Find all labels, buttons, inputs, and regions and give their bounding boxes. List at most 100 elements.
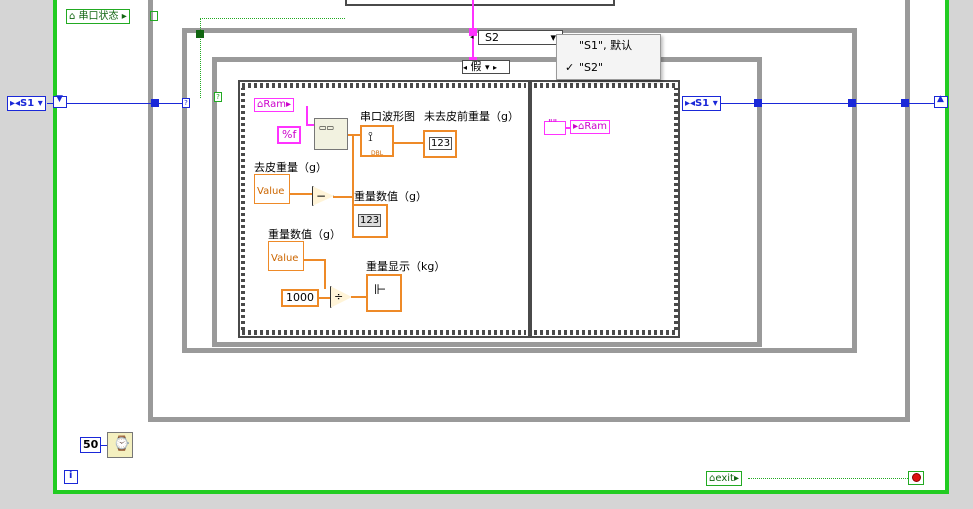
waveform-chart-type: DBL (371, 150, 384, 157)
weight-value-label-2: 重量数值（g） (268, 228, 341, 241)
house-icon: ⌂ (69, 11, 76, 22)
exit-local-variable-label: exit (715, 473, 734, 484)
wait-ms-constant-value: 50 (83, 438, 99, 451)
format-string-constant[interactable]: %f (277, 126, 302, 144)
serial-state-output-terminal (150, 11, 158, 21)
subtract-output-wire[interactable] (333, 196, 353, 198)
case-selector-s2-value: S2 (485, 31, 499, 44)
inner-case-selector-value: 假 (470, 60, 482, 73)
checkmark-icon: ✓ (565, 61, 575, 74)
shift-register-up-icon: ▲ (937, 94, 944, 104)
weight-value-property-node[interactable]: Value (268, 241, 304, 271)
enum-constant-s1[interactable]: ▸◂S1 ▾ (7, 96, 46, 111)
inner-case-selector[interactable]: ◂ 假 ▾ ▸ (462, 60, 510, 74)
shift-register-left[interactable]: ▼ (53, 94, 67, 108)
untared-weight-indicator-value: 123 (429, 137, 453, 150)
enum-tunnel-right2 (848, 99, 856, 107)
loop-condition-terminal[interactable] (908, 471, 924, 485)
case-selector-left-arrow[interactable]: ◂ (470, 30, 478, 45)
while-loop-left-border[interactable] (53, 0, 57, 494)
tare-value-property-label: Value (257, 186, 285, 197)
empty-string-constant[interactable]: "" (544, 118, 566, 135)
menu-item-s1-default[interactable]: "S1", 默认 (557, 35, 660, 57)
boolean-tunnel (196, 30, 204, 38)
ram-write-local-variable[interactable]: ▸⌂Ram (570, 120, 610, 134)
sequence-frame-2-bottom-holes (534, 330, 676, 335)
tare-weight-label: 去皮重量（g） (254, 161, 327, 174)
while-loop-bottom-border[interactable] (53, 490, 949, 494)
sequence-frame-1-top-holes (242, 83, 526, 88)
ram-wire-1[interactable] (306, 106, 308, 126)
weight-display-gauge[interactable]: ⊩ (366, 274, 402, 312)
while-loop-right-border[interactable] (945, 0, 949, 494)
ram-local-variable[interactable]: ⌂Ram▸ (254, 98, 294, 112)
dropdown-arrow-icon: ▾ (709, 98, 718, 109)
menu-item-s1-default-label: "S1", 默认 (579, 39, 633, 52)
weight-value-indicator[interactable]: 123 (352, 204, 388, 238)
weight-value-label-1: 重量数值（g） (354, 190, 427, 203)
boolean-wire-dotted[interactable] (200, 18, 345, 19)
enum-wire-to-case[interactable] (155, 103, 185, 104)
case-selector-s2[interactable]: S2 ▾ (478, 30, 563, 45)
enum-constant-s1-right[interactable]: ▸◂S1 ▾ (682, 96, 721, 111)
waveform-chart-icon: ⟟ (368, 130, 373, 145)
case-selector-menu[interactable]: "S1", 默认 ✓ "S2" (556, 34, 661, 80)
right-arrow-icon: ▸ (493, 63, 498, 72)
value-wire-to-indicator[interactable] (394, 142, 424, 144)
enum-arrows-icon: ▸◂ (10, 98, 21, 109)
ram-write-local-variable-label: Ram (584, 121, 607, 132)
format-string-constant-value: %f (282, 128, 297, 141)
watch-icon: ⌚ (113, 436, 131, 452)
tare-wire[interactable] (290, 193, 314, 195)
wait-ms-constant[interactable]: 50 (80, 437, 102, 453)
dropdown-arrow-icon: ▾ (485, 63, 490, 73)
arrow-right-icon: ▸ (733, 473, 739, 484)
divide-output-wire[interactable] (351, 296, 367, 298)
untared-weight-indicator[interactable]: 123 (423, 130, 457, 158)
constant-1000[interactable]: 1000 (281, 289, 319, 307)
shift-register-right[interactable]: ▲ (934, 94, 948, 108)
enum-tunnel-right1 (754, 99, 762, 107)
scan-from-string-function[interactable]: ▭▭ (314, 118, 348, 150)
menu-item-s2-label: "S2" (579, 61, 604, 74)
iteration-terminal-info[interactable]: i (64, 470, 78, 484)
enum-arrows-icon: ▸◂ (685, 98, 696, 109)
constant-1000-value: 1000 (286, 291, 314, 304)
enum-constant-s1-value: S1 (20, 98, 35, 109)
tare-value-property-node[interactable]: Value (254, 174, 290, 204)
info-icon: i (69, 470, 73, 481)
weight-display-label: 重量显示（kg） (366, 260, 446, 273)
enum-tunnel-left (151, 99, 159, 107)
waveform-chart-terminal[interactable]: ⟟ DBL (360, 125, 394, 157)
arrow-right-icon: ▸ (121, 11, 127, 22)
menu-item-s2[interactable]: ✓ "S2" (557, 57, 660, 79)
left-arrow-icon: ◂ (463, 63, 468, 72)
sequence-frame-2-right-holes (674, 88, 678, 330)
dropdown-arrow-icon: ▾ (34, 98, 43, 109)
wait-function[interactable]: ⌚ (107, 432, 133, 458)
weight-wire-1[interactable] (304, 259, 326, 261)
arrow-right-icon: ▸ (285, 99, 291, 110)
untared-weight-label: 未去皮前重量（g） (424, 110, 519, 123)
enum-constant-s1-right-value: S1 (695, 98, 710, 109)
constant-wire[interactable] (318, 297, 330, 299)
divide-icon: ÷ (334, 290, 344, 303)
serial-state-local-variable[interactable]: ⌂ 串口状态 ▸ (66, 9, 130, 24)
stop-icon (912, 473, 921, 482)
ram-local-variable-label: Ram (263, 99, 286, 110)
exit-wire-dotted[interactable] (748, 478, 908, 479)
exit-local-variable[interactable]: ⌂exit▸ (706, 471, 742, 486)
sequence-frame-1-left-holes (241, 88, 245, 330)
weight-value-property-label: Value (271, 253, 299, 264)
weight-wire-2[interactable] (324, 259, 326, 289)
sequence-frame-2-top-holes (534, 83, 676, 88)
gauge-icon: ⊩ (374, 282, 387, 298)
shift-register-down-icon: ▼ (56, 94, 63, 104)
enum-tunnel-right3 (901, 99, 909, 107)
serial-state-label: 串口状态 (78, 11, 119, 22)
boolean-selector: ? (214, 92, 222, 102)
scan-function-icon: ▭▭ (319, 123, 335, 132)
sequence-frame-1-bottom-holes (242, 330, 526, 335)
weight-value-indicator-value: 123 (358, 214, 382, 227)
top-sequence-frame (345, 0, 615, 6)
